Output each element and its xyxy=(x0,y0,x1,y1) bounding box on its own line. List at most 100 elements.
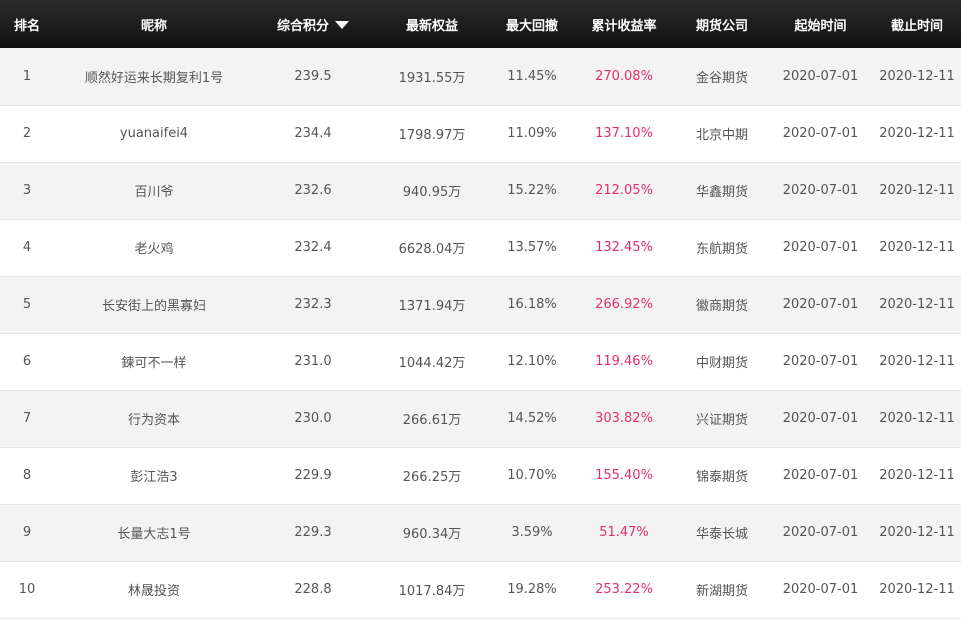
cell-score: 229.3 xyxy=(294,525,332,540)
cell-equity: 6628.04万 xyxy=(398,242,466,257)
cell-end: 2020-12-11 xyxy=(879,126,955,141)
cell-nickname[interactable]: 林晟投资 xyxy=(54,561,254,618)
table-row: 2 yuanaifei4 234.4 1798.97万 11.09% 137.1… xyxy=(0,105,961,162)
cell-drawdown: 13.57% xyxy=(507,240,557,255)
cell-nickname[interactable]: 老火鸡 xyxy=(54,219,254,276)
table-row: 5 长安街上的黑寡妇 232.3 1371.94万 16.18% 266.92%… xyxy=(0,276,961,333)
header-end: 截止时间 xyxy=(890,18,943,34)
cell-drawdown: 15.22% xyxy=(507,183,557,198)
cell-rank: 8 xyxy=(22,468,32,483)
cell-return: 303.82% xyxy=(595,411,653,426)
table-header: 排名 昵称 综合积分 最新权益 最大回撤 累计收益率 期货公司 起始时间 截止时… xyxy=(0,0,961,48)
cell-end: 2020-12-11 xyxy=(879,468,955,483)
cell-end: 2020-12-11 xyxy=(879,183,955,198)
cell-return: 119.46% xyxy=(595,354,653,369)
cell-return: 253.22% xyxy=(595,582,653,597)
cell-rank: 10 xyxy=(18,582,36,597)
cell-score: 228.8 xyxy=(294,582,332,597)
cell-equity: 266.25万 xyxy=(402,470,462,485)
cell-end: 2020-12-11 xyxy=(879,68,955,84)
cell-return: 132.45% xyxy=(595,240,653,255)
cell-score: 232.4 xyxy=(294,240,332,255)
cell-nickname[interactable]: 行为资本 xyxy=(54,390,254,447)
cell-score: 232.6 xyxy=(294,183,332,198)
cell-start: 2020-07-01 xyxy=(782,411,859,426)
cell-return: 212.05% xyxy=(595,183,653,198)
cell-equity: 1931.55万 xyxy=(398,70,466,86)
cell-return: 270.08% xyxy=(595,68,653,84)
cell-rank: 7 xyxy=(22,411,32,426)
cell-company: 金谷期货 xyxy=(695,70,748,86)
cell-nickname[interactable]: 彭江浩3 xyxy=(54,447,254,504)
header-company: 期货公司 xyxy=(695,18,748,34)
cell-score: 232.3 xyxy=(294,297,332,312)
cell-start: 2020-07-01 xyxy=(782,183,859,198)
cell-rank: 2 xyxy=(22,126,32,141)
cell-company: 北京中期 xyxy=(695,128,748,143)
sort-desc-icon xyxy=(335,20,349,29)
cell-rank: 5 xyxy=(22,297,32,312)
header-score-sort[interactable]: 综合积分 xyxy=(254,0,372,48)
cell-company: 锦泰期货 xyxy=(695,470,748,485)
cell-return: 137.10% xyxy=(595,126,653,141)
cell-drawdown: 16.18% xyxy=(507,297,557,312)
cell-end: 2020-12-11 xyxy=(879,240,955,255)
ranking-table: 排名 昵称 综合积分 最新权益 最大回撤 累计收益率 期货公司 起始时间 截止时… xyxy=(0,0,961,619)
cell-drawdown: 10.70% xyxy=(507,468,557,483)
cell-end: 2020-12-11 xyxy=(879,582,955,597)
cell-rank: 9 xyxy=(22,525,32,540)
cell-drawdown: 11.09% xyxy=(507,126,557,141)
table-row: 7 行为资本 230.0 266.61万 14.52% 303.82% 兴证期货… xyxy=(0,390,961,447)
header-equity: 最新权益 xyxy=(405,18,458,34)
cell-company: 新湖期货 xyxy=(695,584,748,599)
cell-rank: 1 xyxy=(22,68,32,84)
cell-drawdown: 3.59% xyxy=(511,525,553,540)
cell-drawdown: 12.10% xyxy=(507,354,557,369)
header-drawdown: 最大回撤 xyxy=(505,18,558,34)
cell-end: 2020-12-11 xyxy=(879,525,955,540)
table-row: 3 百川爷 232.6 940.95万 15.22% 212.05% 华鑫期货 … xyxy=(0,162,961,219)
cell-equity: 1371.94万 xyxy=(398,299,466,314)
cell-score: 231.0 xyxy=(294,354,332,369)
cell-equity: 940.95万 xyxy=(402,185,462,200)
cell-nickname[interactable]: 百川爷 xyxy=(54,162,254,219)
table-row: 1 顺然好运来长期复利1号 239.5 1931.55万 11.45% 270.… xyxy=(0,48,961,105)
cell-company: 中财期货 xyxy=(695,356,748,371)
cell-equity: 1044.42万 xyxy=(398,356,466,371)
cell-start: 2020-07-01 xyxy=(782,68,859,84)
cell-equity: 266.61万 xyxy=(402,413,462,428)
cell-start: 2020-07-01 xyxy=(782,126,859,141)
table-row: 4 老火鸡 232.4 6628.04万 13.57% 132.45% 东航期货… xyxy=(0,219,961,276)
cell-nickname[interactable]: 长安街上的黑寡妇 xyxy=(54,276,254,333)
header-score-label: 综合积分 xyxy=(276,18,329,34)
cell-rank: 4 xyxy=(22,240,32,255)
cell-start: 2020-07-01 xyxy=(782,525,859,540)
cell-equity: 1017.84万 xyxy=(398,584,466,599)
cell-nickname[interactable]: 顺然好运来长期复利1号 xyxy=(54,48,254,105)
cell-company: 徽商期货 xyxy=(695,299,748,314)
cell-start: 2020-07-01 xyxy=(782,468,859,483)
cell-equity: 1798.97万 xyxy=(398,128,466,143)
cell-score: 234.4 xyxy=(294,126,332,141)
cell-end: 2020-12-11 xyxy=(879,354,955,369)
header-start: 起始时间 xyxy=(794,18,847,34)
header-nickname: 昵称 xyxy=(140,18,167,34)
table-row: 6 鍊可不一样 231.0 1044.42万 12.10% 119.46% 中财… xyxy=(0,333,961,390)
cell-company: 东航期货 xyxy=(695,242,748,257)
cell-company: 兴证期货 xyxy=(695,413,748,428)
header-return: 累计收益率 xyxy=(591,18,657,34)
cell-end: 2020-12-11 xyxy=(879,297,955,312)
cell-start: 2020-07-01 xyxy=(782,354,859,369)
header-rank: 排名 xyxy=(13,18,40,34)
cell-score: 239.5 xyxy=(294,68,332,84)
cell-nickname[interactable]: 鍊可不一样 xyxy=(54,333,254,390)
cell-equity: 960.34万 xyxy=(402,527,462,542)
cell-rank: 6 xyxy=(22,354,32,369)
cell-start: 2020-07-01 xyxy=(782,240,859,255)
cell-nickname[interactable]: yuanaifei4 xyxy=(54,105,254,162)
cell-nickname[interactable]: 长量大志1号 xyxy=(54,504,254,561)
cell-score: 230.0 xyxy=(294,411,332,426)
cell-return: 155.40% xyxy=(595,468,653,483)
cell-start: 2020-07-01 xyxy=(782,297,859,312)
table-row: 9 长量大志1号 229.3 960.34万 3.59% 51.47% 华泰长城… xyxy=(0,504,961,561)
